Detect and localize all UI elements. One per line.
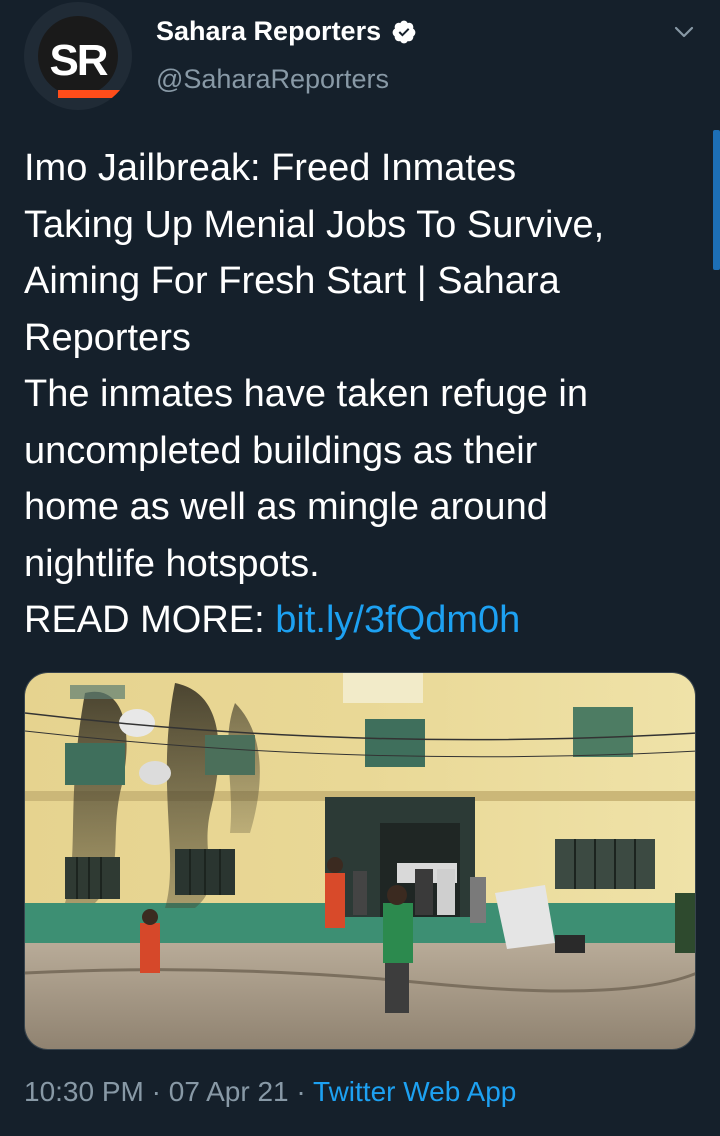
verified-badge-icon	[392, 20, 416, 43]
tweet-title-line: Imo Jailbreak: Freed Inmates	[24, 147, 517, 189]
tweet-meta: 10:30 PM · 07 Apr 21 · Twitter Web App	[24, 1076, 516, 1108]
avatar[interactable]: SR	[24, 2, 132, 110]
tweet-title-line: Reporters	[24, 316, 191, 359]
avatar-logo: SR	[38, 16, 126, 98]
scrollbar[interactable]	[713, 130, 720, 270]
author-handle[interactable]: @SaharaReporters	[156, 64, 389, 95]
tweet-source-link[interactable]: Twitter Web App	[313, 1076, 516, 1107]
tweet-body-line: home as well as mingle around	[24, 486, 548, 528]
read-more-line: READ MORE: bit.ly/3fQdm0h	[24, 592, 704, 649]
avatar-logo-bar	[58, 90, 126, 98]
tweet-body-line: The inmates have taken refuge in	[24, 373, 589, 415]
tweet-link[interactable]: bit.ly/3fQdm0h	[275, 599, 520, 641]
tweet-media-image[interactable]	[24, 672, 696, 1050]
author-display-name[interactable]: Sahara Reporters	[156, 16, 381, 47]
chevron-down-icon[interactable]	[672, 20, 696, 44]
tweet-body-line: nightlife hotspots.	[24, 542, 320, 585]
tweet-title-line: Aiming For Fresh Start | Sahara	[24, 260, 560, 302]
read-more-label: READ MORE:	[24, 599, 276, 641]
author-name-row[interactable]: Sahara Reporters	[156, 16, 417, 47]
tweet-date: 07 Apr 21	[168, 1076, 289, 1107]
tweet-text: Imo Jailbreak: Freed Inmates Taking Up M…	[24, 140, 704, 649]
tweet-time: 10:30 PM	[24, 1076, 144, 1107]
meta-separator: ·	[288, 1076, 314, 1107]
tweet-body-line: uncompleted buildings as their	[24, 429, 538, 472]
meta-separator: ·	[143, 1076, 169, 1107]
avatar-logo-text: SR	[49, 36, 108, 85]
tweet-detail-page: SR Sahara Reporters @SaharaReporters Imo…	[0, 0, 720, 1136]
tweet-title-line: Taking Up Menial Jobs To Survive,	[24, 203, 605, 246]
prison-building-photo	[25, 673, 695, 1049]
tweet-header: SR Sahara Reporters @SaharaReporters	[0, 0, 720, 120]
